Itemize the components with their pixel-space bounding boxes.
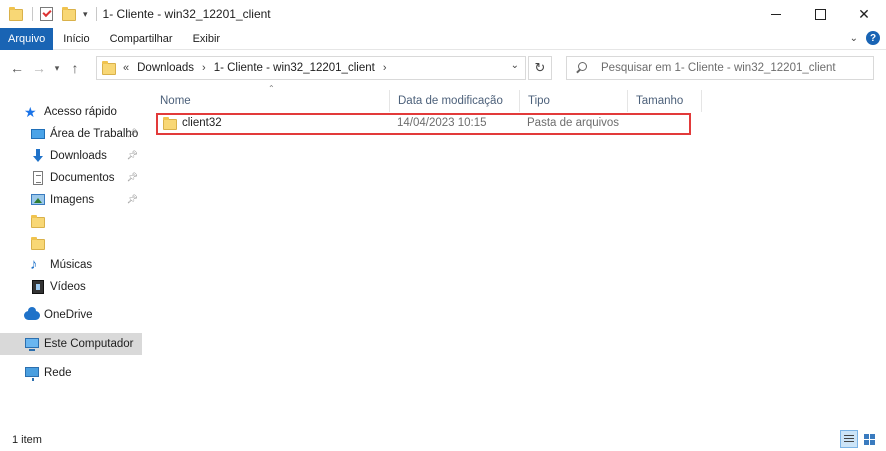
tab-compartilhar[interactable]: Compartilhar xyxy=(100,28,183,50)
status-bar: 1 item xyxy=(0,428,886,451)
desktop-icon xyxy=(30,126,46,142)
network-icon xyxy=(24,365,40,381)
nav-item-downloads[interactable]: Downloads 📌︎ xyxy=(0,145,142,167)
onedrive-cloud-icon xyxy=(24,307,40,323)
nav-item-label: Rede xyxy=(44,367,72,379)
item-count: 1 item xyxy=(12,433,42,446)
column-header-name[interactable]: Nome xyxy=(152,90,390,112)
column-header-date[interactable]: Data de modificação xyxy=(390,90,520,112)
pin-icon: 📌︎ xyxy=(126,150,138,160)
back-button[interactable]: ← xyxy=(6,57,28,79)
customize-toolbar-dropdown[interactable]: ▾ xyxy=(83,9,88,20)
star-icon: ★ xyxy=(24,104,37,120)
view-switcher xyxy=(840,430,878,448)
window-title: 1- Cliente - win32_12201_client xyxy=(102,7,271,21)
pin-icon: 📌︎ xyxy=(126,172,138,182)
breadcrumb-separator[interactable]: › xyxy=(383,62,387,74)
document-icon xyxy=(30,170,46,186)
refresh-button[interactable]: ↻ xyxy=(528,56,552,80)
maximize-button[interactable] xyxy=(798,0,842,28)
up-button[interactable]: ↑ xyxy=(64,57,86,79)
music-icon: ♪ xyxy=(30,256,38,273)
nav-item-label: Este Computador xyxy=(44,338,134,350)
nav-quick-access[interactable]: ★ Acesso rápido xyxy=(0,101,142,123)
file-type: Pasta de arquivos xyxy=(527,117,620,129)
pictures-icon xyxy=(30,192,46,208)
nav-item-pictures[interactable]: Imagens 📌︎ xyxy=(0,189,142,211)
search-icon xyxy=(575,62,587,74)
table-row[interactable]: client32 14/04/2023 10:15 Pasta de arqui… xyxy=(156,113,691,135)
nav-item-folder[interactable] xyxy=(0,233,142,255)
recent-locations-dropdown[interactable]: ▾ xyxy=(50,57,64,79)
tab-exibir[interactable]: Exibir xyxy=(183,28,231,50)
details-view-icon[interactable] xyxy=(840,430,858,448)
nav-item-music[interactable]: ♪ Músicas xyxy=(0,254,142,276)
nav-item-label: Acesso rápido xyxy=(44,106,117,118)
ribbon-tabs: Arquivo Início Compartilhar Exibir ⌄ ? xyxy=(0,27,886,50)
nav-item-desktop[interactable]: Área de Trabalho 📌︎ xyxy=(0,123,142,145)
nav-item-label: Vídeos xyxy=(50,281,86,293)
file-date: 14/04/2023 10:15 xyxy=(397,117,487,129)
folder-icon xyxy=(30,214,46,230)
file-name: client32 xyxy=(182,117,222,129)
breadcrumb-separator[interactable]: › xyxy=(202,62,206,74)
toolbar-divider xyxy=(32,7,33,21)
pin-icon: 📌︎ xyxy=(126,128,138,138)
large-icons-view-icon[interactable] xyxy=(860,430,878,448)
column-header-size[interactable]: Tamanho xyxy=(628,90,702,112)
address-bar[interactable]: « Downloads › 1- Cliente - win32_12201_c… xyxy=(96,56,526,80)
nav-item-label: Músicas xyxy=(50,259,93,271)
nav-onedrive[interactable]: OneDrive xyxy=(0,304,142,326)
forward-button[interactable]: → xyxy=(28,57,50,79)
nav-item-videos[interactable]: Vídeos xyxy=(0,276,142,298)
tab-arquivo[interactable]: Arquivo xyxy=(0,27,54,50)
expand-ribbon-icon[interactable]: ⌄ xyxy=(850,33,858,44)
folder-icon xyxy=(162,116,178,132)
download-icon xyxy=(30,148,46,164)
tab-inicio[interactable]: Início xyxy=(53,28,99,50)
folder-icon xyxy=(30,236,46,252)
search-box[interactable]: Pesquisar em 1- Cliente - win32_12201_cl… xyxy=(566,56,874,80)
nav-item-label: Área de Trabalho xyxy=(50,128,139,140)
quick-access-toolbar: ▾ 1- Cliente - win32_12201_client xyxy=(0,0,271,28)
nav-item-documents[interactable]: Documentos 📌︎ xyxy=(0,167,142,189)
close-button[interactable]: ✕ xyxy=(842,0,886,28)
nav-this-pc[interactable]: Este Computador xyxy=(0,333,142,355)
column-header-type[interactable]: Tipo xyxy=(520,90,628,112)
file-list: ⌃ Nome Data de modificação Tipo Tamanho … xyxy=(152,84,886,426)
breadcrumb-current-folder[interactable]: 1- Cliente - win32_12201_client xyxy=(214,62,375,74)
search-input[interactable]: Pesquisar em 1- Cliente - win32_12201_cl… xyxy=(601,62,836,74)
address-history-dropdown[interactable]: ⌄ xyxy=(511,60,519,71)
window-controls: ✕ xyxy=(754,0,886,28)
breadcrumb-overflow[interactable]: « xyxy=(123,62,129,74)
computer-icon xyxy=(24,336,40,352)
nav-item-label: Documentos xyxy=(50,172,115,184)
minimize-button[interactable] xyxy=(754,0,798,28)
toolbar-divider xyxy=(95,7,97,21)
navigation-bar: ← → ▾ ↑ « Downloads › 1- Cliente - win32… xyxy=(0,52,886,84)
properties-icon[interactable] xyxy=(39,6,55,22)
title-bar: ▾ 1- Cliente - win32_12201_client ✕ xyxy=(0,0,886,28)
videos-icon xyxy=(30,279,46,295)
new-folder-icon[interactable] xyxy=(61,6,77,22)
nav-item-label: Imagens xyxy=(50,194,95,206)
breadcrumb-downloads[interactable]: Downloads xyxy=(137,62,194,74)
pin-icon: 📌︎ xyxy=(126,194,138,204)
help-icon[interactable]: ? xyxy=(866,31,880,45)
nav-network[interactable]: Rede xyxy=(0,362,142,384)
nav-item-label: OneDrive xyxy=(44,309,93,321)
nav-item-label: Downloads xyxy=(50,150,107,162)
folder-icon xyxy=(8,6,24,22)
navigation-pane: ★ Acesso rápido Área de Trabalho 📌︎ Down… xyxy=(0,86,148,416)
folder-icon xyxy=(101,60,117,76)
nav-item-folder[interactable] xyxy=(0,211,142,233)
